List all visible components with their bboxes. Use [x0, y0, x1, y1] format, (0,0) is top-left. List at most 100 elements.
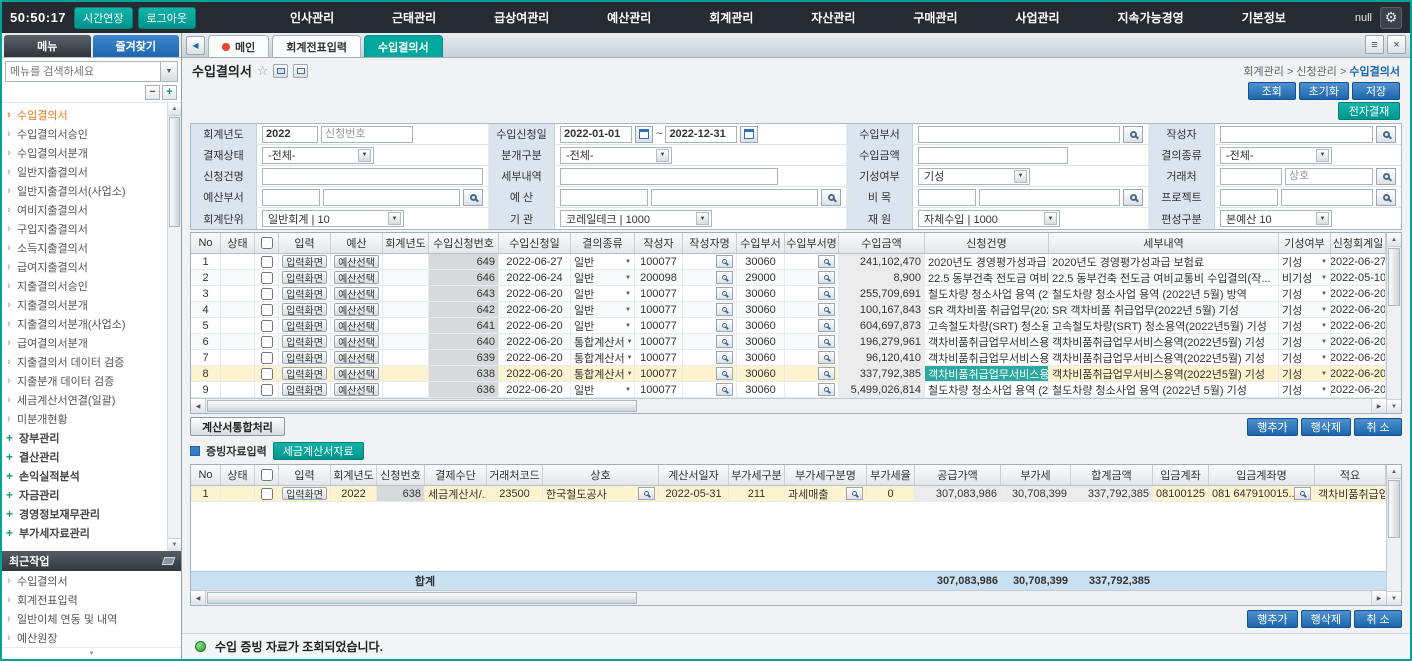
calendar-icon[interactable] — [740, 126, 758, 143]
sidebar-menu-item[interactable]: › 구입지출결의서 — [2, 219, 166, 238]
scroll-thumb[interactable] — [1388, 480, 1400, 538]
account-search-icon[interactable] — [1294, 487, 1311, 500]
horizontal-scrollbar[interactable]: ◀ ▶ — [191, 590, 1386, 605]
project-code-input[interactable] — [1220, 189, 1278, 206]
input-screen-button[interactable]: 입력화면 — [282, 487, 327, 500]
sidebar-tab-menu[interactable]: 메뉴 — [4, 35, 91, 57]
sidebar-group-item[interactable]: + 경영정보재무관리 — [2, 504, 166, 523]
settings-gear-icon[interactable]: ⚙ — [1380, 7, 1402, 29]
topnav-item[interactable]: 구매관리 — [913, 9, 957, 26]
screen-capture-icon[interactable] — [273, 64, 288, 78]
scroll-thumb[interactable] — [207, 400, 637, 412]
cell-kind-select[interactable]: 일반 — [571, 302, 635, 317]
cell-kind-select[interactable]: 일반 — [571, 270, 635, 285]
sidebar-tab-favorites[interactable]: 즐겨찾기 — [93, 35, 180, 57]
dept-search-icon[interactable] — [818, 287, 835, 300]
topnav-item[interactable]: 회계관리 — [709, 9, 753, 26]
scroll-down-icon[interactable]: ▼ — [1387, 591, 1401, 605]
table-row[interactable]: 8 입력화면 예산선택 638 2022-06-20 통합계산서 100077 … — [191, 366, 1386, 382]
cell-kind-select[interactable]: 일반 — [571, 286, 635, 301]
budget-select-button[interactable]: 예산선택 — [334, 255, 379, 268]
topnav-item[interactable]: 기본정보 — [1242, 9, 1286, 26]
budget-search-icon[interactable] — [821, 189, 841, 206]
sidebar-menu-item[interactable]: › 급여결의서분개 — [2, 333, 166, 352]
scroll-up-icon[interactable]: ▲ — [168, 103, 181, 116]
cell-kind-select[interactable]: 통합계산서 — [571, 366, 635, 381]
vertical-scrollbar[interactable]: ▲ ▼ — [1386, 465, 1401, 605]
extend-time-button[interactable]: 시간연장 — [74, 7, 132, 29]
cell-kind-select[interactable]: 일반 — [571, 254, 635, 269]
vendor-search-icon[interactable] — [1376, 168, 1396, 185]
writer-search-icon[interactable] — [716, 367, 733, 380]
sidebar-menu-item[interactable]: › 소득지출결의서 — [2, 238, 166, 257]
writer-search-icon[interactable] — [716, 303, 733, 316]
collapse-all-button[interactable]: − — [145, 85, 160, 100]
sidebar-menu-item[interactable]: › 미분개현황 — [2, 409, 166, 428]
sidebar-menu-item[interactable]: › 수입결의서 — [2, 105, 166, 124]
input-screen-button[interactable]: 입력화면 — [282, 287, 327, 300]
cell-completion-select[interactable]: 기성 — [1279, 334, 1331, 349]
document-tab[interactable]: 회계전표입력 — [272, 35, 361, 57]
vendor-search-icon[interactable] — [638, 487, 655, 500]
sidebar-menu-item[interactable]: › 일반지출결의서 — [2, 162, 166, 181]
decision-type-select[interactable]: -전체-▼ — [1220, 147, 1332, 164]
acct-unit-select[interactable]: 일반회계 | 10▼ — [262, 210, 404, 227]
row-checkbox[interactable] — [261, 304, 273, 316]
table-row[interactable]: 6 입력화면 예산선택 640 2022-06-20 통합계산서 100077 … — [191, 334, 1386, 350]
sidebar-scrollbar[interactable]: ▲ ▼ — [167, 103, 181, 551]
budget-code-input[interactable] — [560, 189, 648, 206]
topnav-item[interactable]: 예산관리 — [607, 9, 651, 26]
vat-search-icon[interactable] — [846, 487, 863, 500]
cell-completion-select[interactable]: 기성 — [1279, 286, 1331, 301]
recent-work-item[interactable]: › 일반이체 연동 및 내역 — [2, 609, 181, 628]
row-checkbox[interactable] — [261, 288, 273, 300]
topnav-item[interactable]: 근태관리 — [392, 9, 436, 26]
budget-select-button[interactable]: 예산선택 — [334, 351, 379, 364]
cell-completion-select[interactable]: 기성 — [1279, 350, 1331, 365]
agency-select[interactable]: 코레일테크 | 1000▼ — [560, 210, 712, 227]
invoice-merge-button[interactable]: 계산서통합처리 — [190, 417, 285, 436]
topnav-item[interactable]: 인사관리 — [290, 9, 334, 26]
e-approval-button[interactable]: 전자결재 — [1338, 102, 1400, 120]
table-row[interactable]: 5 입력화면 예산선택 641 2022-06-20 일반 100077 300… — [191, 318, 1386, 334]
completion-select[interactable]: 기성▼ — [918, 168, 1030, 185]
input-screen-button[interactable]: 입력화면 — [282, 255, 327, 268]
recent-work-item[interactable]: › 회계전표입력 — [2, 590, 181, 609]
input-screen-button[interactable]: 입력화면 — [282, 383, 327, 396]
budget-select-button[interactable]: 예산선택 — [334, 303, 379, 316]
document-tab[interactable]: 메인 — [208, 35, 269, 57]
horizontal-scrollbar[interactable]: ◀ ▶ — [191, 398, 1386, 413]
budget-select-button[interactable]: 예산선택 — [334, 335, 379, 348]
add-row-button[interactable]: 행추가 — [1247, 418, 1297, 436]
row-checkbox[interactable] — [261, 320, 273, 332]
scroll-right-icon[interactable]: ▶ — [1371, 591, 1386, 605]
income-dept-input[interactable] — [918, 126, 1120, 143]
cell-kind-select[interactable]: 통합계산서 — [571, 334, 635, 349]
cell-completion-select[interactable]: 비기성 — [1279, 270, 1331, 285]
scroll-down-icon[interactable]: ▼ — [1387, 399, 1401, 413]
date-from-input[interactable] — [560, 126, 632, 143]
select-all-checkbox[interactable] — [261, 237, 273, 249]
menu-search-input[interactable] — [6, 62, 160, 81]
date-to-input[interactable] — [665, 126, 737, 143]
sidebar-group-item[interactable]: + 결산관리 — [2, 447, 166, 466]
writer-search-icon[interactable] — [716, 255, 733, 268]
writer-search-icon[interactable] — [716, 351, 733, 364]
input-screen-button[interactable]: 입력화면 — [282, 303, 327, 316]
sidebar-menu-item[interactable]: › 세금계산서연결(일괄) — [2, 390, 166, 409]
writer-search-icon[interactable] — [716, 335, 733, 348]
writer-search-icon[interactable] — [716, 287, 733, 300]
table-row[interactable]: 2 입력화면 예산선택 646 2022-06-24 일반 200098 290… — [191, 270, 1386, 286]
dept-search-icon[interactable] — [818, 367, 835, 380]
sidebar-group-item[interactable]: + 장부관리 — [2, 428, 166, 447]
vertical-scrollbar[interactable]: ▲ ▼ — [1386, 233, 1401, 413]
dept-search-icon[interactable] — [818, 303, 835, 316]
item-name-input[interactable] — [979, 189, 1120, 206]
delete-row-button[interactable]: 행삭제 — [1301, 610, 1351, 628]
writer-search-icon[interactable] — [716, 383, 733, 396]
sidebar-group-item[interactable]: + 자금관리 — [2, 485, 166, 504]
scroll-left-icon[interactable]: ◀ — [191, 399, 206, 413]
approval-status-select[interactable]: -전체-▼ — [262, 147, 374, 164]
document-tab[interactable]: 수입결의서 — [364, 35, 443, 57]
budget-select-button[interactable]: 예산선택 — [334, 367, 379, 380]
